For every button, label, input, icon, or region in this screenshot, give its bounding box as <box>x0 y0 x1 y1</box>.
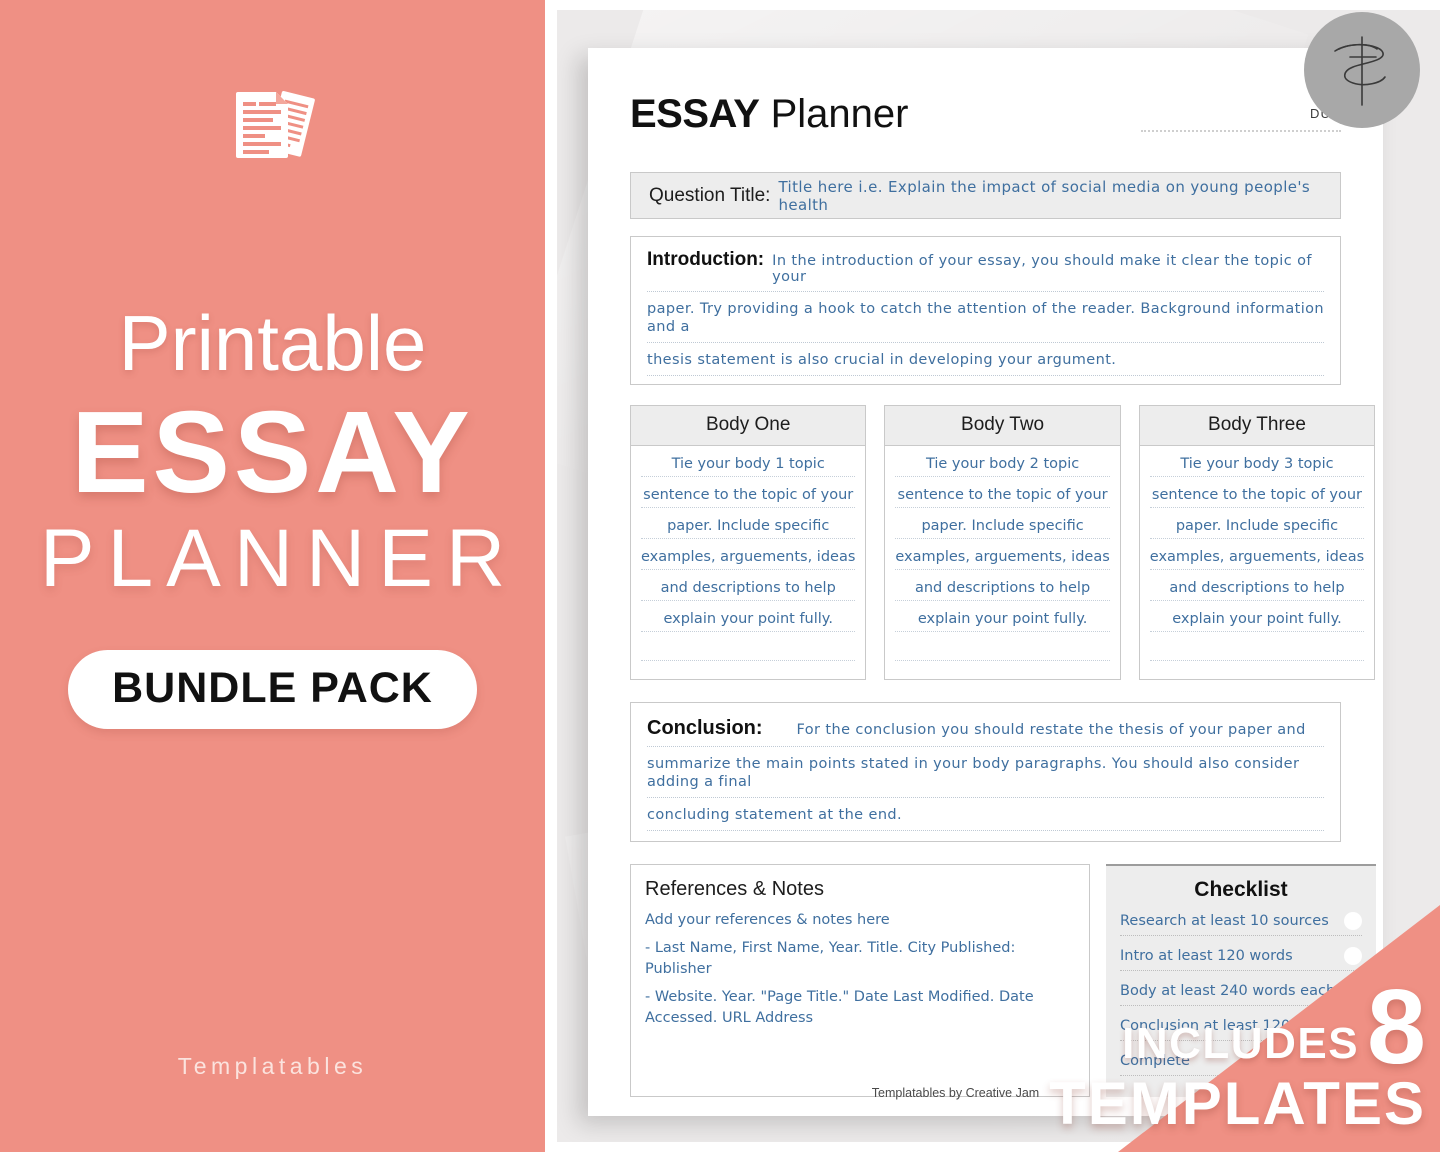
conclusion-line-1: Conclusion: For the conclusion you shoul… <box>647 717 1324 747</box>
documents-icon <box>230 86 316 164</box>
due-field[interactable]: DUE <box>1141 106 1341 132</box>
conclusion-text-2: summarize the main points stated in your… <box>647 756 1300 790</box>
introduction-line-2: paper. Try providing a hook to catch the… <box>647 300 1324 343</box>
body-two-line-2: sentence to the topic of your <box>895 487 1110 508</box>
conclusion-line-3: concluding statement at the end. <box>647 806 1324 831</box>
includes-templates-badge: INCLUDES 8 TEMPLATES <box>1049 967 1426 1137</box>
question-title-field[interactable]: Question Title: Title here i.e. Explain … <box>630 172 1341 219</box>
body-two-lines: Tie your body 2 topic sentence to the to… <box>885 446 1119 679</box>
backdrop-edge-left <box>545 0 557 1152</box>
due-input-line[interactable] <box>1141 130 1341 132</box>
references-line-1: Add your references & notes here <box>645 912 890 928</box>
body-three-lines: Tie your body 3 topic sentence to the to… <box>1140 446 1374 679</box>
introduction-text-2: paper. Try providing a hook to catch the… <box>647 301 1324 335</box>
body-one-lines: Tie your body 1 topic sentence to the to… <box>631 446 865 679</box>
printable-page: ESSAY Planner DUE Question Title: Title … <box>588 48 1383 1116</box>
introduction-line-1: Introduction: In the introduction of you… <box>647 249 1324 292</box>
conclusion-label: Conclusion: <box>647 717 763 739</box>
page-title: ESSAY Planner <box>630 94 908 134</box>
body-one-line-2: sentence to the topic of your <box>641 487 856 508</box>
brand-templatables: Templatables <box>177 1053 368 1079</box>
body-one-line-6: explain your point fully. <box>641 611 856 632</box>
body-one-heading: Body One <box>631 406 866 446</box>
body-three-line-3: paper. Include specific <box>1149 518 1365 539</box>
body-three-column[interactable]: Body Three Tie your body 3 topic sentenc… <box>1138 405 1376 680</box>
body-paragraph-columns: Body One Tie your body 1 topic sentence … <box>630 405 1376 680</box>
promo-line-essay: ESSAY <box>71 387 474 517</box>
conclusion-section[interactable]: Conclusion: For the conclusion you shoul… <box>630 702 1341 842</box>
body-three-line-4: examples, arguements, ideas <box>1149 549 1365 570</box>
checklist-heading: Checklist <box>1194 878 1288 901</box>
checklist-item-label: Intro at least 120 words <box>1120 948 1293 964</box>
promo-line-printable: Printable <box>118 299 427 387</box>
introduction-section[interactable]: Introduction: In the introduction of you… <box>630 236 1341 385</box>
conclusion-text-3: concluding statement at the end. <box>647 807 903 823</box>
backdrop-edge-top <box>545 0 1440 10</box>
introduction-text-1: In the introduction of your essay, you s… <box>772 253 1312 285</box>
body-two-line-7 <box>895 642 1110 661</box>
checkbox-circle-icon[interactable] <box>1343 912 1362 930</box>
conclusion-line-2: summarize the main points stated in your… <box>647 755 1324 798</box>
checklist-item-label: Research at least 10 sources <box>1120 913 1329 929</box>
body-two-column[interactable]: Body Two Tie your body 2 topic sentence … <box>884 405 1121 680</box>
promo-line-planner: PLANNER <box>39 512 519 604</box>
body-three-line-5: and descriptions to help <box>1149 580 1365 601</box>
templates-label: TEMPLATES <box>1049 1070 1426 1137</box>
body-three-heading: Body Three <box>1139 406 1375 446</box>
checklist-item[interactable]: Research at least 10 sources <box>1120 912 1362 936</box>
body-two-line-3: paper. Include specific <box>895 518 1110 539</box>
bundle-pack-label: BUNDLE PACK <box>112 663 433 712</box>
body-two-line-1: Tie your body 2 topic <box>895 456 1110 477</box>
question-title-label: Question Title: <box>649 184 771 206</box>
body-three-line-1: Tie your body 3 topic <box>1149 456 1365 477</box>
references-heading: References & Notes <box>645 878 824 900</box>
body-three-line-7 <box>1149 642 1365 661</box>
references-line-3: - Website. Year. "Page Title." Date Last… <box>645 989 1034 1027</box>
introduction-label: Introduction: <box>647 249 765 270</box>
body-one-line-5: and descriptions to help <box>641 580 856 601</box>
references-section[interactable]: References & Notes Add your references &… <box>630 864 1090 1097</box>
body-one-line-1: Tie your body 1 topic <box>641 456 856 477</box>
body-two-line-6: explain your point fully. <box>895 611 1110 632</box>
body-one-line-4: examples, arguements, ideas <box>641 549 856 570</box>
template-count: 8 <box>1367 967 1426 1086</box>
due-label: DUE <box>1141 106 1341 121</box>
promo-panel: Printable ESSAY PLANNER BUNDLE PACK Temp… <box>0 0 545 1152</box>
templatables-monogram-logo <box>1304 12 1420 128</box>
page-title-bold: ESSAY <box>630 92 760 136</box>
page-title-light: Planner <box>770 92 909 136</box>
introduction-text-3: thesis statement is also crucial in deve… <box>647 352 1117 368</box>
body-three-line-6: explain your point fully. <box>1149 611 1365 632</box>
poster-canvas: Printable ESSAY PLANNER BUNDLE PACK Temp… <box>0 0 1440 1152</box>
page-header: ESSAY Planner DUE <box>630 94 1341 134</box>
body-one-line-7 <box>641 642 856 661</box>
body-one-column[interactable]: Body One Tie your body 1 topic sentence … <box>630 405 867 680</box>
checkbox-circle-icon[interactable] <box>1343 947 1362 965</box>
body-two-line-4: examples, arguements, ideas <box>895 549 1110 570</box>
body-two-heading: Body Two <box>885 406 1120 446</box>
question-title-value: Title here i.e. Explain the impact of so… <box>778 177 1311 214</box>
checklist-item[interactable]: Intro at least 120 words <box>1120 947 1362 971</box>
body-two-line-5: and descriptions to help <box>895 580 1110 601</box>
body-three-line-2: sentence to the topic of your <box>1149 487 1365 508</box>
backdrop-edge-bottom <box>545 1142 1440 1152</box>
conclusion-text-1: For the conclusion you should restate th… <box>796 722 1306 738</box>
body-one-line-3: paper. Include specific <box>641 518 856 539</box>
bundle-pack-badge: BUNDLE PACK <box>68 649 477 729</box>
references-line-2: - Last Name, First Name, Year. Title. Ci… <box>645 940 1016 978</box>
includes-label: INCLUDES <box>1122 1019 1360 1068</box>
introduction-line-3: thesis statement is also crucial in deve… <box>647 351 1324 376</box>
